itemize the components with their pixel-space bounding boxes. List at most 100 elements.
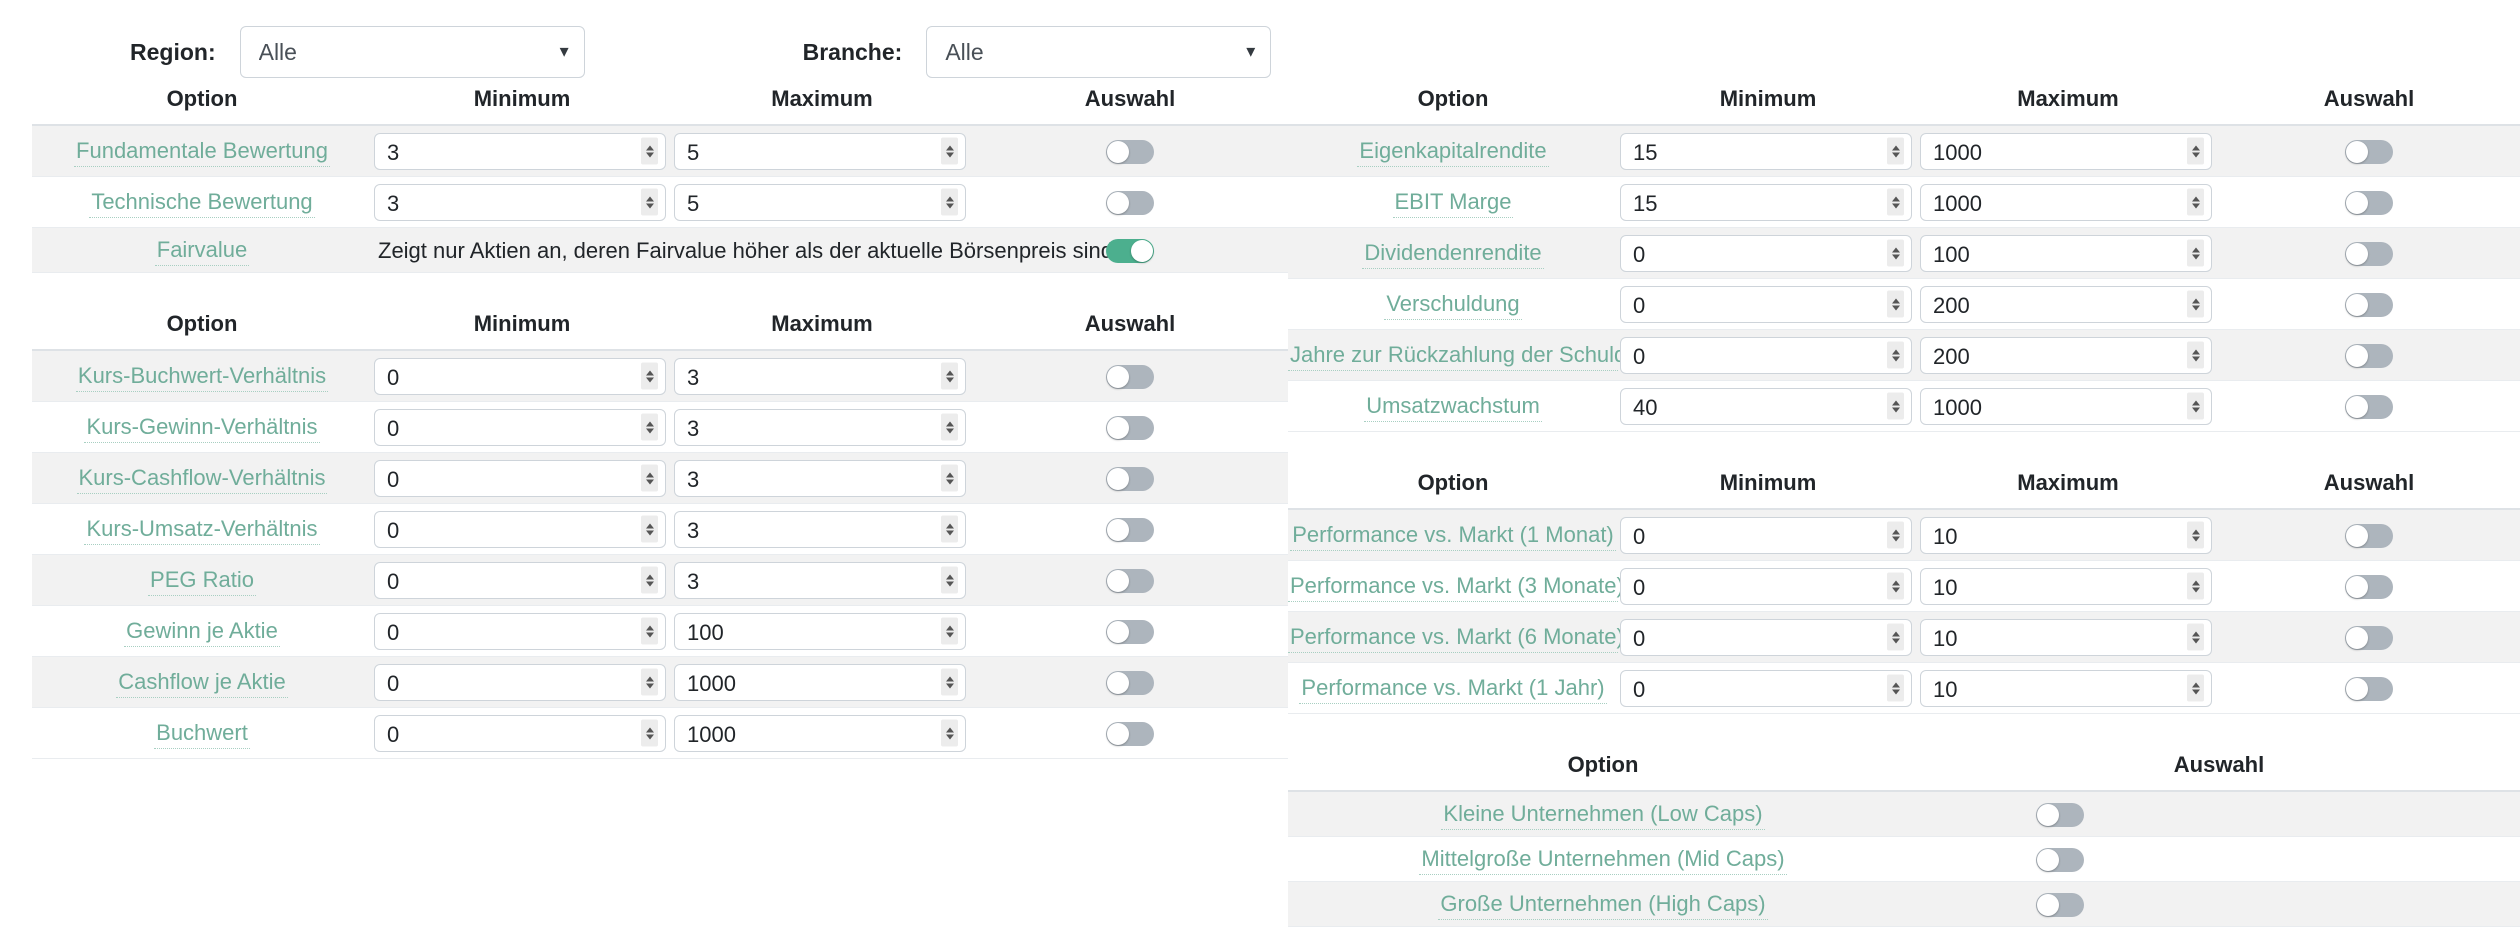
maximum-input[interactable] bbox=[674, 132, 966, 170]
minimum-value[interactable] bbox=[375, 460, 647, 496]
spinner-up-icon[interactable] bbox=[1891, 196, 1900, 201]
option-label[interactable]: Mittelgroße Unternehmen (Mid Caps) bbox=[1419, 843, 1787, 875]
spinner-up-icon[interactable] bbox=[945, 196, 954, 201]
option-label[interactable]: Kurs-Cashflow-Verhältnis bbox=[76, 462, 328, 494]
option-label[interactable]: Performance vs. Markt (6 Monate) bbox=[1288, 621, 1624, 653]
auswahl-toggle[interactable] bbox=[1106, 518, 1154, 543]
spinner-down-icon[interactable] bbox=[945, 377, 954, 382]
maximum-input[interactable] bbox=[674, 459, 966, 497]
spinner-down-icon[interactable] bbox=[645, 203, 654, 208]
option-label[interactable]: Fairvalue bbox=[154, 234, 250, 266]
spinner-up-icon[interactable] bbox=[1891, 349, 1900, 354]
maximum-input[interactable] bbox=[1920, 285, 2212, 323]
minimum-input[interactable] bbox=[1620, 285, 1912, 323]
number-spinner[interactable] bbox=[941, 515, 958, 543]
maximum-value[interactable] bbox=[1921, 568, 2193, 604]
maximum-input[interactable] bbox=[1920, 669, 2212, 707]
spinner-down-icon[interactable] bbox=[945, 581, 954, 586]
number-spinner[interactable] bbox=[641, 188, 658, 216]
maximum-value[interactable] bbox=[675, 358, 947, 394]
spinner-down-icon[interactable] bbox=[2191, 407, 2200, 412]
minimum-input[interactable] bbox=[374, 459, 666, 497]
minimum-value[interactable] bbox=[375, 184, 647, 220]
spinner-down-icon[interactable] bbox=[645, 377, 654, 382]
auswahl-toggle[interactable] bbox=[2036, 848, 2084, 873]
minimum-value[interactable] bbox=[375, 511, 647, 547]
number-spinner[interactable] bbox=[1887, 290, 1904, 318]
option-label[interactable]: Performance vs. Markt (1 Jahr) bbox=[1299, 672, 1607, 704]
spinner-up-icon[interactable] bbox=[1891, 682, 1900, 687]
number-spinner[interactable] bbox=[941, 188, 958, 216]
auswahl-toggle[interactable] bbox=[1106, 416, 1154, 441]
spinner-down-icon[interactable] bbox=[945, 479, 954, 484]
maximum-value[interactable] bbox=[1921, 133, 2193, 169]
minimum-input[interactable] bbox=[1620, 132, 1912, 170]
number-spinner[interactable] bbox=[2187, 290, 2204, 318]
spinner-down-icon[interactable] bbox=[945, 632, 954, 637]
spinner-up-icon[interactable] bbox=[1891, 580, 1900, 585]
number-spinner[interactable] bbox=[641, 413, 658, 441]
spinner-down-icon[interactable] bbox=[645, 632, 654, 637]
spinner-down-icon[interactable] bbox=[1891, 407, 1900, 412]
option-label[interactable]: Fundamentale Bewertung bbox=[74, 135, 330, 167]
maximum-input[interactable] bbox=[674, 510, 966, 548]
option-label[interactable]: PEG Ratio bbox=[148, 564, 256, 596]
auswahl-toggle[interactable] bbox=[2345, 293, 2393, 318]
auswahl-toggle[interactable] bbox=[2345, 191, 2393, 216]
maximum-input[interactable] bbox=[674, 663, 966, 701]
maximum-input[interactable] bbox=[674, 357, 966, 395]
spinner-down-icon[interactable] bbox=[2191, 203, 2200, 208]
spinner-up-icon[interactable] bbox=[945, 574, 954, 579]
auswahl-toggle[interactable] bbox=[2036, 893, 2084, 918]
spinner-up-icon[interactable] bbox=[645, 196, 654, 201]
number-spinner[interactable] bbox=[2187, 341, 2204, 369]
option-label[interactable]: Performance vs. Markt (1 Monat) bbox=[1290, 519, 1616, 551]
spinner-up-icon[interactable] bbox=[1891, 631, 1900, 636]
auswahl-toggle[interactable] bbox=[2345, 677, 2393, 702]
spinner-up-icon[interactable] bbox=[645, 523, 654, 528]
minimum-input[interactable] bbox=[374, 408, 666, 446]
spinner-up-icon[interactable] bbox=[945, 421, 954, 426]
number-spinner[interactable] bbox=[2187, 623, 2204, 651]
auswahl-toggle[interactable] bbox=[2345, 395, 2393, 420]
minimum-input[interactable] bbox=[374, 357, 666, 395]
option-label[interactable]: Verschuldung bbox=[1384, 288, 1522, 320]
option-label[interactable]: Jahre zur Rückzahlung der Schulden bbox=[1288, 339, 1651, 371]
minimum-input[interactable] bbox=[1620, 234, 1912, 272]
number-spinner[interactable] bbox=[2187, 572, 2204, 600]
auswahl-toggle[interactable] bbox=[1106, 140, 1154, 165]
spinner-up-icon[interactable] bbox=[645, 676, 654, 681]
spinner-down-icon[interactable] bbox=[645, 152, 654, 157]
number-spinner[interactable] bbox=[1887, 392, 1904, 420]
minimum-value[interactable] bbox=[375, 562, 647, 598]
maximum-input[interactable] bbox=[674, 714, 966, 752]
number-spinner[interactable] bbox=[641, 566, 658, 594]
spinner-down-icon[interactable] bbox=[2191, 536, 2200, 541]
maximum-value[interactable] bbox=[675, 562, 947, 598]
minimum-value[interactable] bbox=[1621, 388, 1893, 424]
minimum-value[interactable] bbox=[375, 715, 647, 751]
spinner-down-icon[interactable] bbox=[645, 734, 654, 739]
maximum-input[interactable] bbox=[1920, 183, 2212, 221]
number-spinner[interactable] bbox=[1887, 572, 1904, 600]
spinner-down-icon[interactable] bbox=[945, 428, 954, 433]
spinner-down-icon[interactable] bbox=[645, 530, 654, 535]
spinner-down-icon[interactable] bbox=[645, 683, 654, 688]
auswahl-toggle[interactable] bbox=[1106, 365, 1154, 390]
minimum-value[interactable] bbox=[375, 409, 647, 445]
auswahl-toggle[interactable] bbox=[1106, 191, 1154, 216]
maximum-value[interactable] bbox=[675, 613, 947, 649]
spinner-down-icon[interactable] bbox=[945, 683, 954, 688]
number-spinner[interactable] bbox=[641, 464, 658, 492]
spinner-down-icon[interactable] bbox=[945, 152, 954, 157]
spinner-up-icon[interactable] bbox=[645, 727, 654, 732]
spinner-up-icon[interactable] bbox=[645, 574, 654, 579]
maximum-value[interactable] bbox=[675, 409, 947, 445]
spinner-up-icon[interactable] bbox=[2191, 247, 2200, 252]
option-label[interactable]: Kurs-Buchwert-Verhältnis bbox=[75, 360, 329, 392]
minimum-input[interactable] bbox=[1620, 183, 1912, 221]
maximum-input[interactable] bbox=[1920, 516, 2212, 554]
spinner-up-icon[interactable] bbox=[945, 625, 954, 630]
number-spinner[interactable] bbox=[2187, 137, 2204, 165]
auswahl-toggle[interactable] bbox=[1106, 239, 1154, 264]
